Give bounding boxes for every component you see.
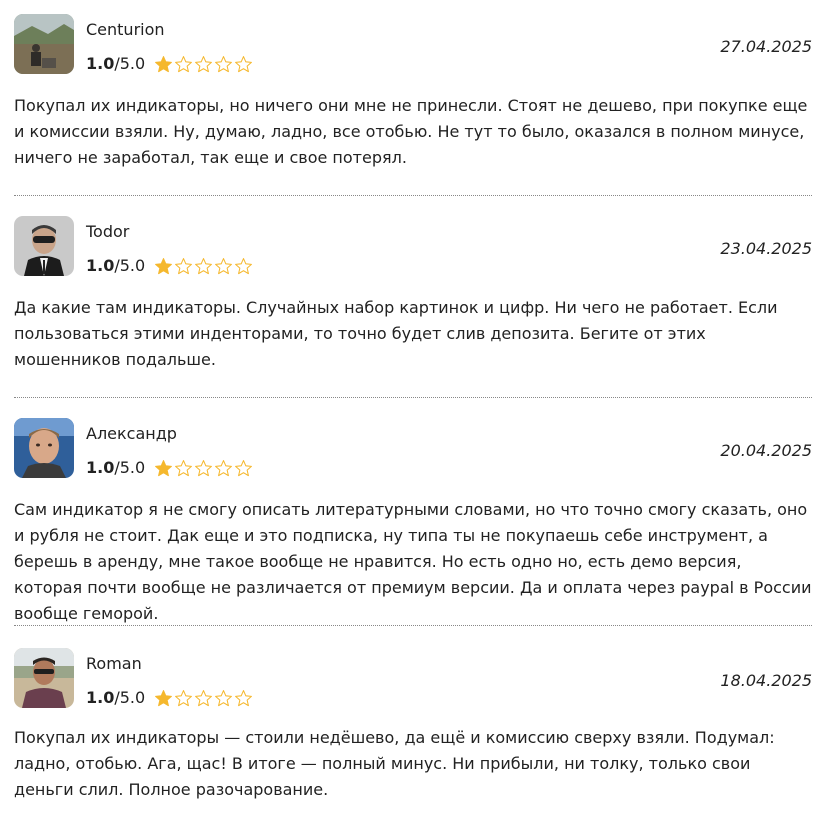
review-text: Покупал их индикаторы, но ничего они мне… <box>14 96 808 167</box>
review-date: 18.04.2025 <box>720 671 812 690</box>
review-date: 27.04.2025 <box>720 37 812 56</box>
review-item: Александр 1.0/5.0 20.04.2025 Сам индикат… <box>14 418 812 623</box>
rating-value: 1.0 <box>86 688 115 707</box>
review-author: Roman <box>86 654 142 673</box>
star-empty-icon <box>175 257 193 274</box>
avatar <box>14 14 74 74</box>
review-author: Todor <box>86 222 130 241</box>
divider <box>14 625 812 626</box>
star-empty-icon <box>195 55 213 72</box>
rating-value: 1.0 <box>86 458 115 477</box>
reviews-list: Centurion 1.0/5.0 27.04.2025 Покупал их … <box>0 0 833 821</box>
rating-value: 1.0 <box>86 54 115 73</box>
star-full-icon <box>155 55 173 72</box>
review-text: Да какие там индикаторы. Случайных набор… <box>14 298 778 369</box>
review-text: Покупал их индикаторы — стоили недёшево,… <box>14 728 775 799</box>
rating-stars <box>154 459 253 478</box>
review-rating: 1.0/5.0 <box>86 256 253 276</box>
review-header: Centurion 1.0/5.0 27.04.2025 <box>14 14 812 76</box>
review-header: Александр 1.0/5.0 20.04.2025 <box>14 418 812 480</box>
rating-stars <box>154 689 253 708</box>
review-header: Roman 1.0/5.0 18.04.2025 <box>14 648 812 710</box>
review-header: Todor 1.0/5.0 23.04.2025 <box>14 216 812 278</box>
rating-score: 1.0/5.0 <box>86 54 145 74</box>
star-empty-icon <box>175 689 193 706</box>
star-empty-icon <box>195 689 213 706</box>
star-empty-icon <box>235 257 253 274</box>
star-full-icon <box>155 459 173 476</box>
star-empty-icon <box>215 257 233 274</box>
star-empty-icon <box>175 55 193 72</box>
star-empty-icon <box>195 459 213 476</box>
avatar <box>14 648 74 708</box>
star-full-icon <box>155 689 173 706</box>
rating-score: 1.0/5.0 <box>86 688 145 708</box>
review-item: Todor 1.0/5.0 23.04.2025 Да какие там ин… <box>14 216 812 369</box>
review-date: 20.04.2025 <box>720 441 812 460</box>
review-rating: 1.0/5.0 <box>86 688 253 708</box>
review-author: Centurion <box>86 20 165 39</box>
star-empty-icon <box>235 459 253 476</box>
divider <box>14 397 812 398</box>
rating-max: /5.0 <box>114 256 146 275</box>
rating-value: 1.0 <box>86 256 115 275</box>
rating-max: /5.0 <box>114 54 146 73</box>
star-empty-icon <box>235 689 253 706</box>
rating-stars <box>154 55 253 74</box>
review-text: Сам индикатор я не смогу описать литерат… <box>14 500 812 623</box>
rating-score: 1.0/5.0 <box>86 458 145 478</box>
review-date: 23.04.2025 <box>720 239 812 258</box>
review-item: Centurion 1.0/5.0 27.04.2025 Покупал их … <box>14 14 812 167</box>
review-item: Roman 1.0/5.0 18.04.2025 Покупал их инди… <box>14 648 812 799</box>
star-empty-icon <box>215 459 233 476</box>
star-empty-icon <box>215 689 233 706</box>
star-empty-icon <box>175 459 193 476</box>
star-empty-icon <box>215 55 233 72</box>
avatar <box>14 418 74 478</box>
divider <box>14 195 812 196</box>
star-full-icon <box>155 257 173 274</box>
review-author: Александр <box>86 424 177 443</box>
star-empty-icon <box>235 55 253 72</box>
review-rating: 1.0/5.0 <box>86 54 253 74</box>
review-rating: 1.0/5.0 <box>86 458 253 478</box>
rating-score: 1.0/5.0 <box>86 256 145 276</box>
rating-max: /5.0 <box>114 458 146 477</box>
avatar <box>14 216 74 276</box>
star-empty-icon <box>195 257 213 274</box>
rating-stars <box>154 257 253 276</box>
rating-max: /5.0 <box>114 688 146 707</box>
